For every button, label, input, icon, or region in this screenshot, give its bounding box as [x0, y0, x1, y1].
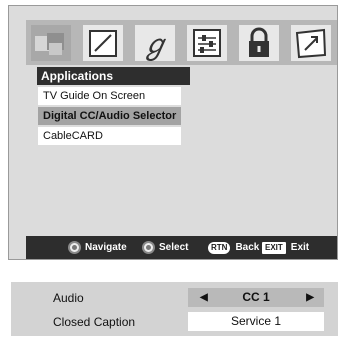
picture-tiles-icon[interactable] — [29, 23, 73, 63]
audio-value: CC 1 — [242, 290, 270, 304]
menu-item-cablecard[interactable]: CableCARD — [38, 127, 181, 145]
legend-exit: EXIT Exit — [262, 236, 309, 259]
button-legend-bar: Navigate Select RTN Back EXIT Exit — [26, 236, 337, 259]
legend-exit-label: Exit — [290, 242, 310, 253]
screen-frame-icon[interactable] — [81, 23, 125, 63]
settings-sliders-icon[interactable] — [185, 23, 229, 63]
legend-navigate-label: Navigate — [85, 242, 127, 253]
applications-upload-icon[interactable] — [289, 23, 333, 63]
padlock-icon[interactable] — [237, 23, 281, 63]
svg-text:ℊ: ℊ — [141, 28, 169, 61]
legend-select: Select — [142, 236, 188, 259]
menu-list: TV Guide On Screen Digital CC/Audio Sele… — [38, 87, 181, 147]
menu-title: Applications — [37, 67, 190, 85]
cc-audio-panel: Audio ◀ CC 1 ▶ Closed Caption Service 1 — [11, 282, 338, 336]
navigate-pad-icon — [68, 241, 81, 254]
closed-caption-label: Closed Caption — [53, 315, 136, 329]
legend-navigate: Navigate — [68, 236, 127, 259]
treble-clef-icon[interactable]: ℊ — [133, 23, 177, 63]
tv-menu-screen: ℊ Applications TV Guide On Screen Digita… — [8, 5, 338, 260]
audio-selector[interactable]: ◀ CC 1 ▶ — [188, 288, 324, 307]
closed-caption-value[interactable]: Service 1 — [188, 312, 324, 331]
menu-item-tv-guide[interactable]: TV Guide On Screen — [38, 87, 181, 105]
right-arrow-icon[interactable]: ▶ — [306, 288, 314, 307]
audio-label: Audio — [53, 291, 84, 305]
legend-back-label: Back — [235, 242, 260, 253]
legend-back: RTN Back — [208, 236, 259, 259]
menu-tab-bar: ℊ — [26, 20, 337, 65]
menu-item-digital-cc-audio[interactable]: Digital CC/Audio Selector — [38, 107, 181, 125]
rtn-key-icon: RTN — [208, 241, 231, 254]
legend-select-label: Select — [159, 242, 189, 253]
exit-key-icon: EXIT — [262, 241, 286, 254]
select-button-icon — [142, 241, 155, 254]
